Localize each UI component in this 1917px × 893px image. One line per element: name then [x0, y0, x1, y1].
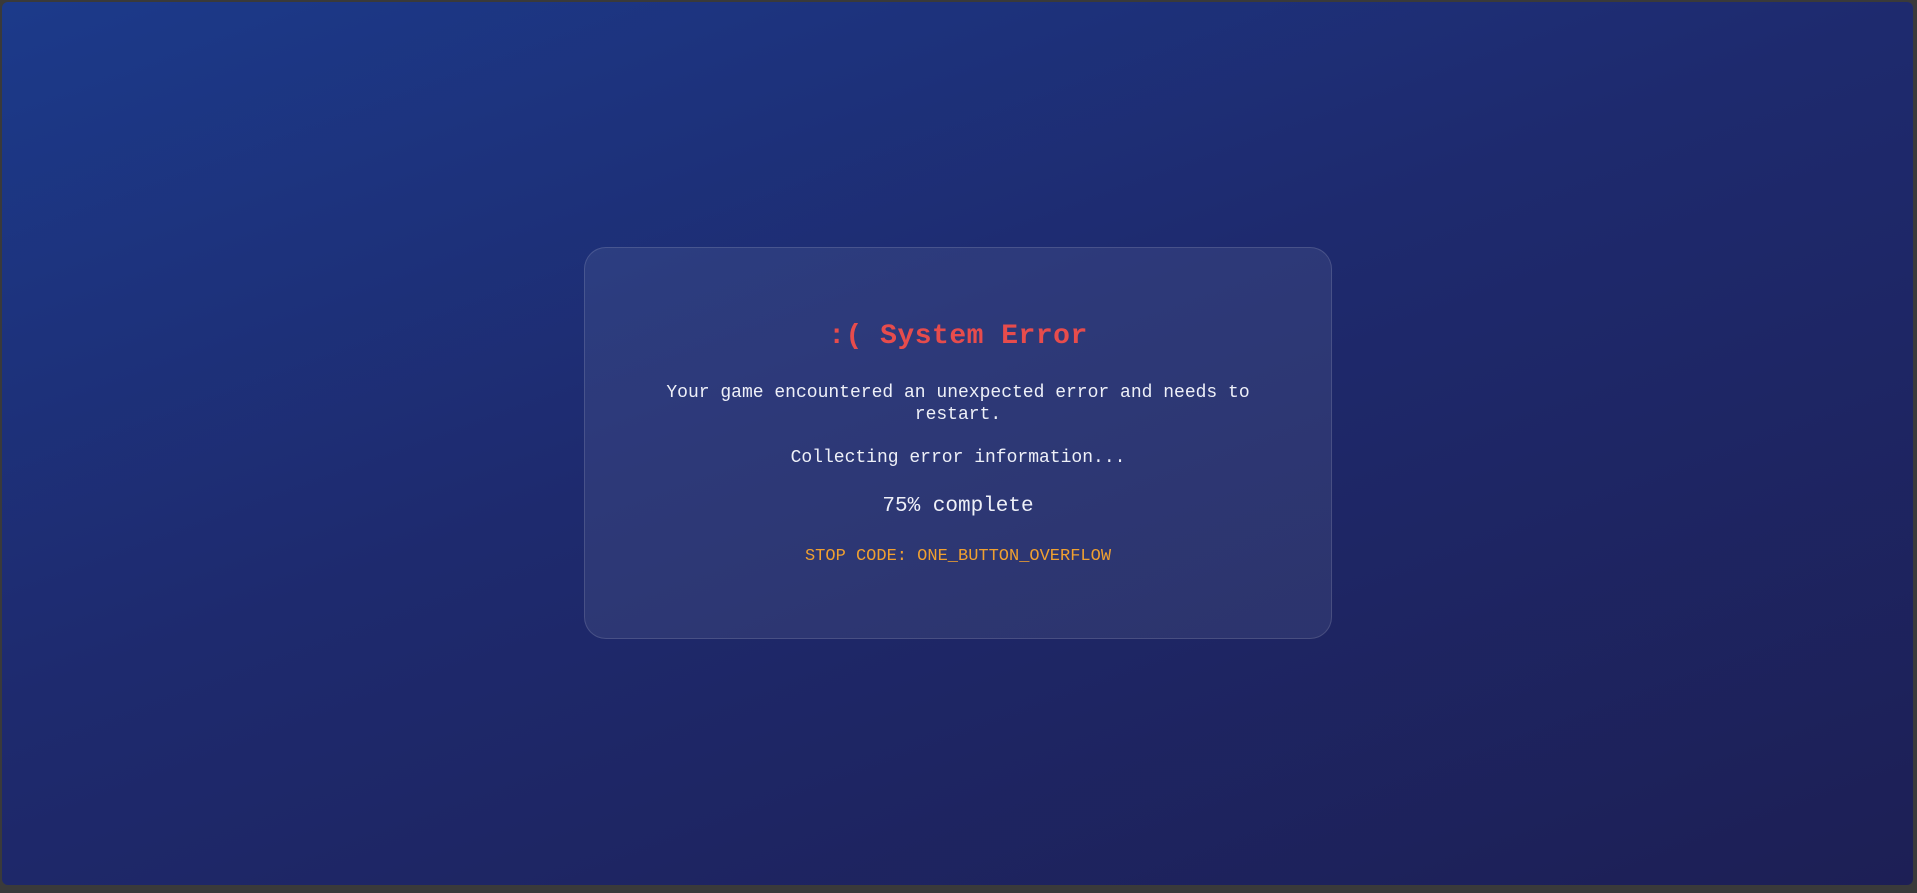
error-screen: :( System Error Your game encountered an… [2, 2, 1913, 885]
stop-code: STOP CODE: ONE_BUTTON_OVERFLOW [804, 547, 1112, 566]
status-text: Collecting error information... [790, 448, 1126, 468]
error-dialog: :( System Error Your game encountered an… [584, 247, 1332, 639]
progress-text: 75% complete [882, 495, 1034, 518]
error-message: Your game encountered an unexpected erro… [666, 383, 1250, 425]
error-title: :( System Error [828, 321, 1088, 352]
